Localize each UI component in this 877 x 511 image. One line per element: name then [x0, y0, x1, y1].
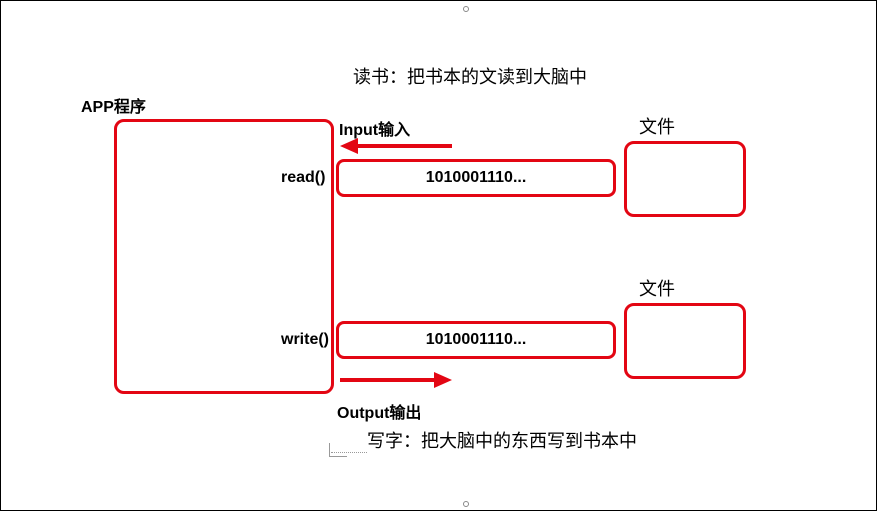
input-label: Input输入	[339, 116, 410, 140]
file-box-top	[624, 141, 746, 217]
read-data-box: 1010001110...	[336, 159, 616, 197]
app-label: APP程序	[81, 93, 146, 117]
write-data-text: 1010001110...	[426, 331, 527, 349]
file-box-bottom	[624, 303, 746, 379]
page-anchor-bottom	[463, 501, 469, 507]
page-anchor-top	[463, 6, 469, 12]
write-fn-label: write()	[281, 331, 329, 349]
tab-mark-icon	[329, 443, 347, 457]
read-data-text: 1010001110...	[426, 169, 527, 187]
file-label-bottom: 文件	[639, 275, 675, 301]
app-box	[114, 119, 334, 394]
title-bottom: 写字：把大脑中的东西写到书本中	[367, 427, 637, 453]
file-label-top: 文件	[639, 113, 675, 139]
output-label: Output输出	[337, 399, 421, 423]
title-top: 读书：把书本的文读到大脑中	[353, 63, 587, 89]
read-fn-label: read()	[281, 169, 325, 187]
write-data-box: 1010001110...	[336, 321, 616, 359]
